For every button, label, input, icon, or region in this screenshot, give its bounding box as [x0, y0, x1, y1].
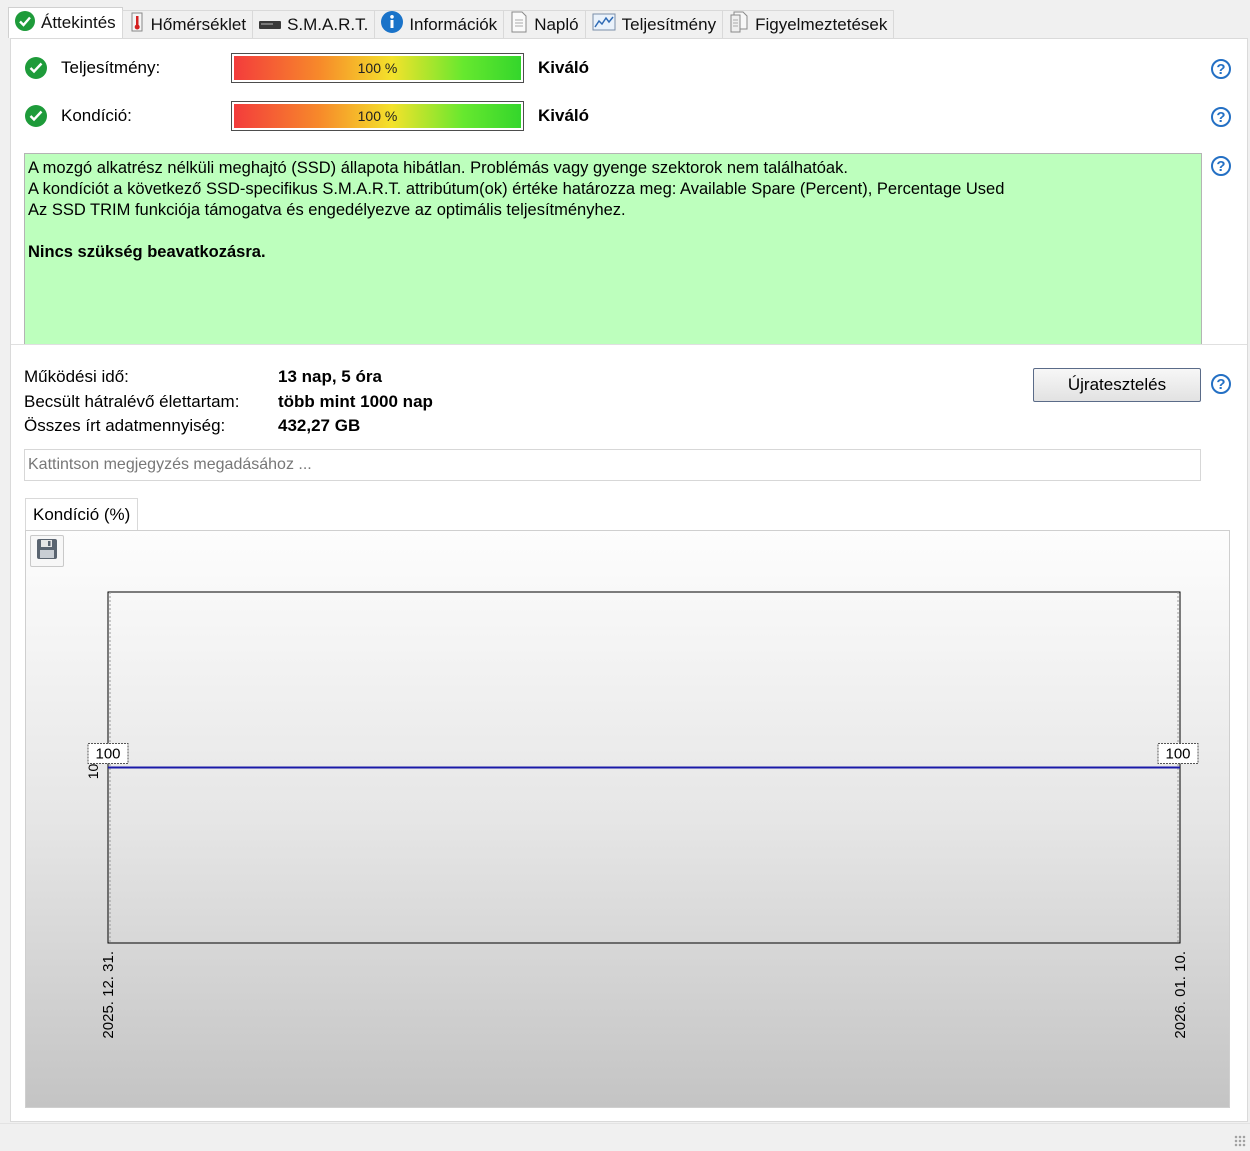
divider [11, 344, 1247, 345]
tab-bar: Áttekintés Hőmérséklet S.M.A.R.T. Inform… [8, 7, 895, 38]
lifetime-label: Becsült hátralévő élettartam: [24, 391, 240, 411]
x-tick-label: 2025. 12. 31. [100, 951, 117, 1039]
uptime-label: Működési idő: [24, 367, 129, 387]
status-line: Az SSD TRIM funkciója támogatva és enged… [28, 201, 626, 219]
uptime-value: 13 nap, 5 óra [278, 367, 382, 387]
status-description: A mozgó alkatrész nélküli meghajtó (SSD)… [24, 153, 1202, 345]
condition-label: Kondíció: [61, 106, 132, 125]
tab-log[interactable]: Napló [503, 10, 586, 38]
info-icon [381, 11, 404, 38]
tab-label: Figyelmeztetések [755, 14, 888, 34]
performance-bar-fill: 100 % [234, 56, 521, 80]
resize-grip[interactable] [1234, 1135, 1246, 1147]
condition-bar: 100 % [231, 101, 524, 131]
performance-rating: Kiváló [538, 58, 590, 77]
check-circle-icon [15, 10, 35, 36]
performance-row: Teljesítmény: 100 % Kiváló [25, 53, 589, 83]
condition-rating: Kiváló [538, 106, 590, 125]
tab-performance[interactable]: Teljesítmény [584, 10, 724, 38]
chart-canvas: 100 100102025. 12. 31. 2026. 01. 10. [85, 591, 1199, 1039]
thermometer-icon [129, 12, 145, 37]
tab-label: Áttekintés [41, 13, 116, 32]
check-circle-icon [25, 105, 47, 127]
help-icon[interactable]: ? [1211, 59, 1231, 79]
lifetime-value: több mint 1000 nap [278, 391, 433, 411]
tab-label: Teljesítmény [621, 14, 717, 34]
data-label: 100 [95, 746, 120, 763]
document-icon [510, 11, 528, 38]
info-row-written: Összes írt adatmennyiség: 432,27 GB [24, 414, 433, 439]
y-tick-label: 10 [85, 764, 101, 780]
drive-icon [259, 15, 282, 35]
performance-bar: 100 % [231, 53, 524, 83]
tab-overview[interactable]: Áttekintés [8, 7, 123, 38]
condition-row: Kondíció: 100 % Kiváló [25, 101, 589, 131]
data-label: 100 [1165, 746, 1190, 763]
written-label: Összes írt adatmennyiség: [24, 416, 226, 436]
tab-smart[interactable]: S.M.A.R.T. [252, 10, 376, 38]
retest-button[interactable]: Újratesztelés [1033, 368, 1201, 402]
written-value: 432,27 GB [278, 416, 361, 436]
condition-bar-fill: 100 % [234, 104, 521, 128]
performance-label: Teljesítmény: [61, 58, 161, 77]
tab-alerts[interactable]: Figyelmeztetések [722, 10, 895, 38]
status-line: A mozgó alkatrész nélküli meghajtó (SSD)… [28, 159, 848, 177]
alerts-icon [729, 11, 749, 38]
tab-label: Információk [409, 14, 498, 34]
overview-panel: Teljesítmény: 100 % Kiváló ? Kondíció: 1… [10, 38, 1248, 1122]
status-bar [0, 1123, 1250, 1151]
note-input[interactable]: Kattintson megjegyzés megadásához ... [24, 449, 1201, 481]
performance-chart-icon [592, 13, 616, 36]
status-action: Nincs szükség beavatkozásra. [28, 243, 266, 261]
info-row-lifetime: Becsült hátralévő élettartam: több mint … [24, 390, 433, 415]
tab-label: S.M.A.R.T. [287, 14, 369, 34]
help-icon[interactable]: ? [1211, 107, 1231, 127]
tab-condition-chart[interactable]: Kondíció (%) [25, 498, 139, 530]
info-row-uptime: Működési idő: 13 nap, 5 óra [24, 365, 433, 390]
help-icon[interactable]: ? [1211, 156, 1231, 176]
condition-chart: 100 100 10 2025. 12. 31. 2026. 01. 10. [25, 530, 1230, 1108]
performance-percent: 100 % [357, 60, 398, 76]
status-line: A kondíciót a következő SSD-specifikus S… [28, 180, 1005, 198]
help-icon[interactable]: ? [1211, 374, 1231, 394]
tab-information[interactable]: Információk [374, 10, 505, 38]
x-tick-label: 2026. 01. 10. [1172, 951, 1189, 1039]
tab-temperature[interactable]: Hőmérséklet [121, 10, 254, 38]
condition-percent: 100 % [357, 108, 398, 124]
tab-label: Napló [534, 14, 579, 34]
drive-info: Működési idő: 13 nap, 5 óra Becsült hátr… [24, 365, 433, 439]
check-circle-icon [25, 57, 47, 79]
tab-label: Hőmérséklet [150, 14, 247, 34]
